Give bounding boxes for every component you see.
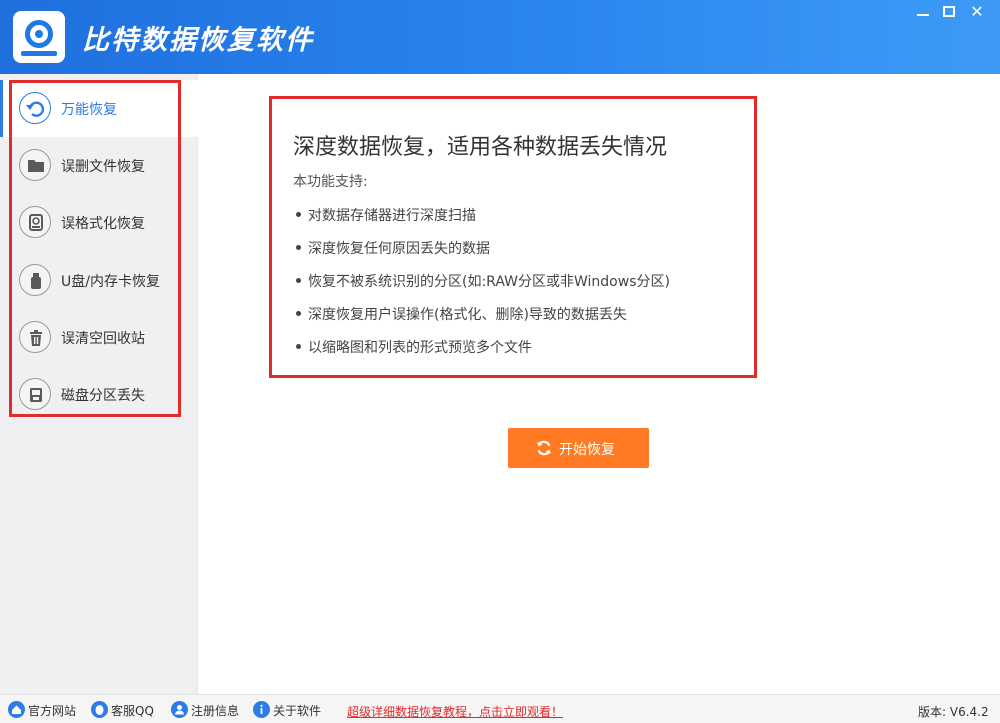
maximize-icon: [943, 6, 955, 17]
footer-link-label: 官方网站: [28, 704, 77, 718]
close-button[interactable]: ✕: [962, 0, 992, 24]
feature-bullet: 恢复不被系统识别的分区(如:RAW分区或非Windows分区): [296, 271, 670, 291]
feature-bullet: 深度恢复任何原因丢失的数据: [296, 238, 490, 258]
home-icon: [8, 701, 25, 718]
card-title: 深度数据恢复，适用各种数据丢失情况: [293, 135, 668, 160]
refresh-icon: [535, 439, 553, 457]
footer-link-label: 关于软件: [273, 704, 322, 718]
user-icon: [171, 701, 188, 718]
maximize-button[interactable]: [934, 0, 964, 24]
sidebar-highlight-frame: [9, 80, 181, 417]
feature-bullet: 以缩略图和列表的形式预览多个文件: [296, 337, 532, 357]
card-subtitle: 本功能支持:: [293, 174, 368, 190]
title-bar: 比特数据恢复软件 ✕: [0, 0, 1000, 74]
tutorial-promo-link[interactable]: 超级详细数据恢复教程，点击立即观看！: [347, 703, 563, 720]
qq-icon: [91, 701, 108, 718]
footer-link-label: 客服QQ: [111, 704, 154, 718]
start-recovery-button[interactable]: 开始恢复: [508, 428, 649, 468]
start-recovery-label: 开始恢复: [559, 442, 615, 458]
feature-bullet: 对数据存储器进行深度扫描: [296, 205, 476, 225]
feature-bullet: 深度恢复用户误操作(格式化、删除)导致的数据丢失: [296, 304, 627, 324]
app-logo: [13, 11, 65, 63]
close-icon: ✕: [970, 2, 984, 21]
version-label: 版本: V6.4.2: [918, 705, 989, 719]
info-icon: [253, 701, 270, 718]
status-bar: 官方网站 客服QQ 注册信息 关于软件 超级详细数据恢复教程，点击立即观看！ 版…: [0, 694, 1000, 723]
app-title: 比特数据恢复软件: [82, 25, 314, 56]
feature-description-card: 深度数据恢复，适用各种数据丢失情况 本功能支持: 对数据存储器进行深度扫描 深度…: [269, 96, 757, 378]
footer-link-label: 注册信息: [191, 704, 240, 718]
minimize-icon: [917, 14, 929, 16]
